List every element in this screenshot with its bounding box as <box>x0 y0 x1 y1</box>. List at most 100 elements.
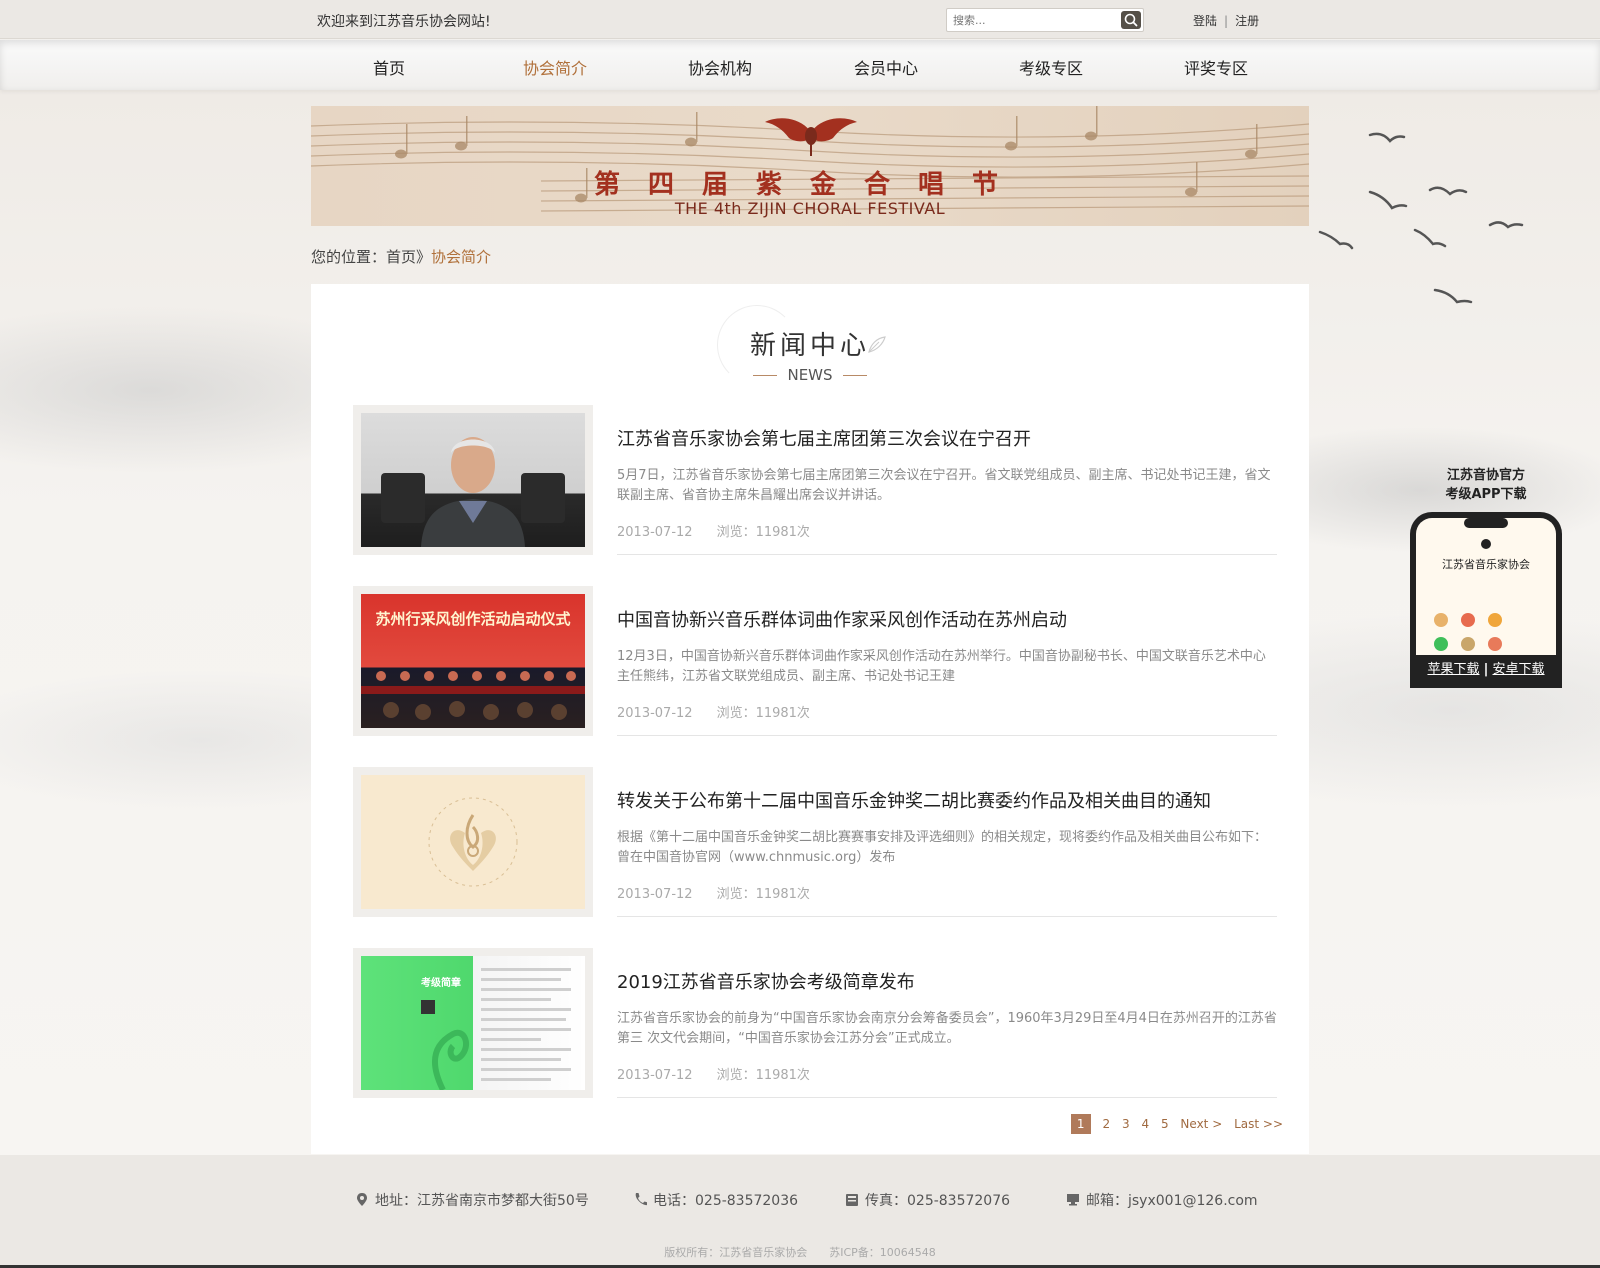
register-link[interactable]: 注册 <box>1235 14 1259 28</box>
section-header: 新闻中心 NEWS <box>311 299 1309 389</box>
news-date: 2013-07-12 <box>617 887 693 902</box>
news-meta: 2013-07-12 浏览：11981次 <box>617 883 810 902</box>
news-thumbnail[interactable] <box>353 405 593 555</box>
birds-illustration <box>1318 132 1524 304</box>
section-subtitle: NEWS <box>787 366 833 384</box>
news-description: 根据《第十二届中国音乐金钟奖二胡比赛赛事安排及评选细则》的相关规定，现将委约作品… <box>617 830 1268 865</box>
news-description: 12月3日，中国音协新兴音乐群体词曲作家采风创作活动在苏州举行。中国音协副秘书长… <box>617 649 1266 684</box>
banner-title: 第四届紫金合唱节 <box>593 170 1026 200</box>
news-views: 浏览：11981次 <box>716 887 810 902</box>
app-download-title: 江苏音协官方 考级APP下载 <box>1410 466 1562 504</box>
news-views: 浏览：11981次 <box>716 706 810 721</box>
news-meta: 2013-07-12 浏览：11981次 <box>617 521 810 540</box>
copyright-text: 版权所有：江苏省音乐家协会 <box>664 1246 808 1259</box>
meeting-photo <box>361 413 585 547</box>
section-title: 新闻中心 <box>749 331 870 361</box>
app-title-line1: 江苏音协官方 <box>1446 468 1525 483</box>
nav-member-center[interactable]: 会员中心 <box>826 55 946 79</box>
nav-award-zone[interactable]: 评奖专区 <box>1156 55 1276 79</box>
news-title[interactable]: 中国音协新兴音乐群体词曲作家采风创作活动在苏州启动 <box>617 606 1067 632</box>
news-item: 江苏省音乐家协会第七届主席团第三次会议在宁召开 5月7日，江苏省音乐家协会第七届… <box>353 405 1277 555</box>
speaker-illustration <box>381 437 565 547</box>
top-bar: 欢迎来到江苏音乐协会网站! 登陆 | 注册 <box>0 0 1600 39</box>
location-pin-icon <box>357 1193 367 1206</box>
section-subtitle-row: NEWS <box>311 366 1309 384</box>
news-title[interactable]: 转发关于公布第十二届中国音乐金钟奖二胡比赛委约作品及相关曲目的通知 <box>617 787 1211 813</box>
page-3-link[interactable]: 3 <box>1122 1117 1130 1131</box>
exam-brochure-image: 考级简章 <box>361 956 585 1090</box>
news-description: 江苏省音乐家协会的前身为“中国音乐家协会南京分会筹备委员会”，1960年3月29… <box>617 1011 1277 1046</box>
nav-about[interactable]: 协会简介 <box>495 55 615 79</box>
winged-microphone-logo <box>765 118 857 156</box>
icp-text: 苏ICP备：10064548 <box>829 1246 936 1259</box>
audience-illustration <box>361 671 585 720</box>
app-logo-icon <box>1464 518 1508 549</box>
news-body: 2019江苏省音乐家协会考级简章发布 江苏省音乐家协会的前身为“中国音乐家协会南… <box>617 948 1277 1098</box>
page-1-link[interactable]: 1 <box>1070 1114 1091 1134</box>
app-download-panel: 江苏音协官方 考级APP下载 江苏省音乐家协会 苹果下载 | 安卓下载 <box>1410 466 1562 688</box>
pagination: 1 2 3 4 5 Next > Last >> <box>1070 1114 1283 1134</box>
nav-home[interactable]: 首页 <box>329 55 449 79</box>
phone-screen: 江苏省音乐家协会 <box>1416 518 1556 658</box>
news-date: 2013-07-12 <box>617 1068 693 1083</box>
last-page-link[interactable]: Last >> <box>1234 1117 1283 1131</box>
page-4-link[interactable]: 4 <box>1141 1117 1149 1131</box>
news-thumbnail[interactable]: 考级简章 <box>353 948 593 1098</box>
treble-clef-emblem-icon <box>428 797 518 887</box>
news-date: 2013-07-12 <box>617 706 693 721</box>
page-2-link[interactable]: 2 <box>1103 1117 1111 1131</box>
news-body: 中国音协新兴音乐群体词曲作家采风创作活动在苏州启动 12月3日，中国音协新兴音乐… <box>617 586 1277 736</box>
phone-icon <box>635 1193 648 1206</box>
subtitle-dash-left <box>753 375 778 376</box>
news-item: 苏州行采风创作活动启动仪式 中国音协新兴音乐群体词曲作家采风创作活动在苏州启动 … <box>353 586 1277 736</box>
search-input[interactable] <box>953 12 1113 28</box>
search-icon <box>1124 13 1138 27</box>
festival-banner[interactable]: 第四届紫金合唱节 THE 4th ZIJIN CHORAL FESTIVAL <box>311 106 1309 226</box>
search-button[interactable] <box>1121 11 1141 29</box>
search-box <box>946 8 1144 32</box>
news-views: 浏览：11981次 <box>716 525 810 540</box>
news-title[interactable]: 2019江苏省音乐家协会考级简章发布 <box>617 968 915 994</box>
subtitle-dash-right <box>842 375 867 376</box>
breadcrumb-arrow: 》 <box>416 248 432 266</box>
footer-address: 地址：江苏省南京市梦都大街50号 <box>355 1190 589 1210</box>
fax-text: 传真：025-83572076 <box>865 1193 1011 1209</box>
email-text: 邮箱：jsyx001@126.com <box>1086 1193 1258 1209</box>
ios-download-link[interactable]: 苹果下载 <box>1427 662 1479 677</box>
auth-links: 登陆 | 注册 <box>1193 12 1259 29</box>
event-photo: 苏州行采风创作活动启动仪式 <box>361 594 585 728</box>
page-5-link[interactable]: 5 <box>1161 1117 1169 1131</box>
nav-organization[interactable]: 协会机构 <box>660 55 780 79</box>
news-meta: 2013-07-12 浏览：11981次 <box>617 702 810 721</box>
news-thumbnail[interactable] <box>353 767 593 917</box>
footer-phone: 电话：025-83572036 <box>633 1190 798 1210</box>
auth-separator: | <box>1224 14 1229 28</box>
app-download-links: 苹果下载 | 安卓下载 <box>1410 655 1562 685</box>
phone-app-icons <box>1434 610 1515 658</box>
phone-text: 电话：025-83572036 <box>653 1193 799 1209</box>
news-date: 2013-07-12 <box>617 525 693 540</box>
breadcrumb-current: 协会简介 <box>431 248 492 266</box>
news-title[interactable]: 江苏省音乐家协会第七届主席团第三次会议在宁召开 <box>617 425 1031 451</box>
computer-icon <box>1067 1194 1079 1206</box>
news-meta: 2013-07-12 浏览：11981次 <box>617 1064 810 1083</box>
breadcrumb: 您的位置：首页》协会简介 <box>311 246 491 267</box>
phone-mockup: 江苏省音乐家协会 苹果下载 | 安卓下载 <box>1410 512 1562 688</box>
android-download-link[interactable]: 安卓下载 <box>1493 662 1545 677</box>
breadcrumb-prefix: 您的位置： <box>311 248 387 266</box>
brochure-illustration <box>421 968 571 1090</box>
app-links-separator: | <box>1483 662 1489 677</box>
breadcrumb-home[interactable]: 首页 <box>386 248 416 266</box>
app-title-line2: 考级APP下载 <box>1445 487 1527 502</box>
association-logo-image <box>361 775 585 909</box>
nav-exam-zone[interactable]: 考级专区 <box>991 55 1111 79</box>
welcome-text: 欢迎来到江苏音乐协会网站! <box>317 14 491 30</box>
news-views: 浏览：11981次 <box>716 1068 810 1083</box>
news-body: 江苏省音乐家协会第七届主席团第三次会议在宁召开 5月7日，江苏省音乐家协会第七届… <box>617 405 1277 555</box>
next-page-link[interactable]: Next > <box>1180 1117 1222 1131</box>
news-thumbnail[interactable]: 苏州行采风创作活动启动仪式 <box>353 586 593 736</box>
news-item: 转发关于公布第十二届中国音乐金钟奖二胡比赛委约作品及相关曲目的通知 根据《第十二… <box>353 767 1277 917</box>
login-link[interactable]: 登陆 <box>1193 14 1217 28</box>
copyright-line: 版权所有：江苏省音乐家协会 苏ICP备：10064548 <box>0 1244 1600 1260</box>
leaf-icon <box>868 336 886 353</box>
